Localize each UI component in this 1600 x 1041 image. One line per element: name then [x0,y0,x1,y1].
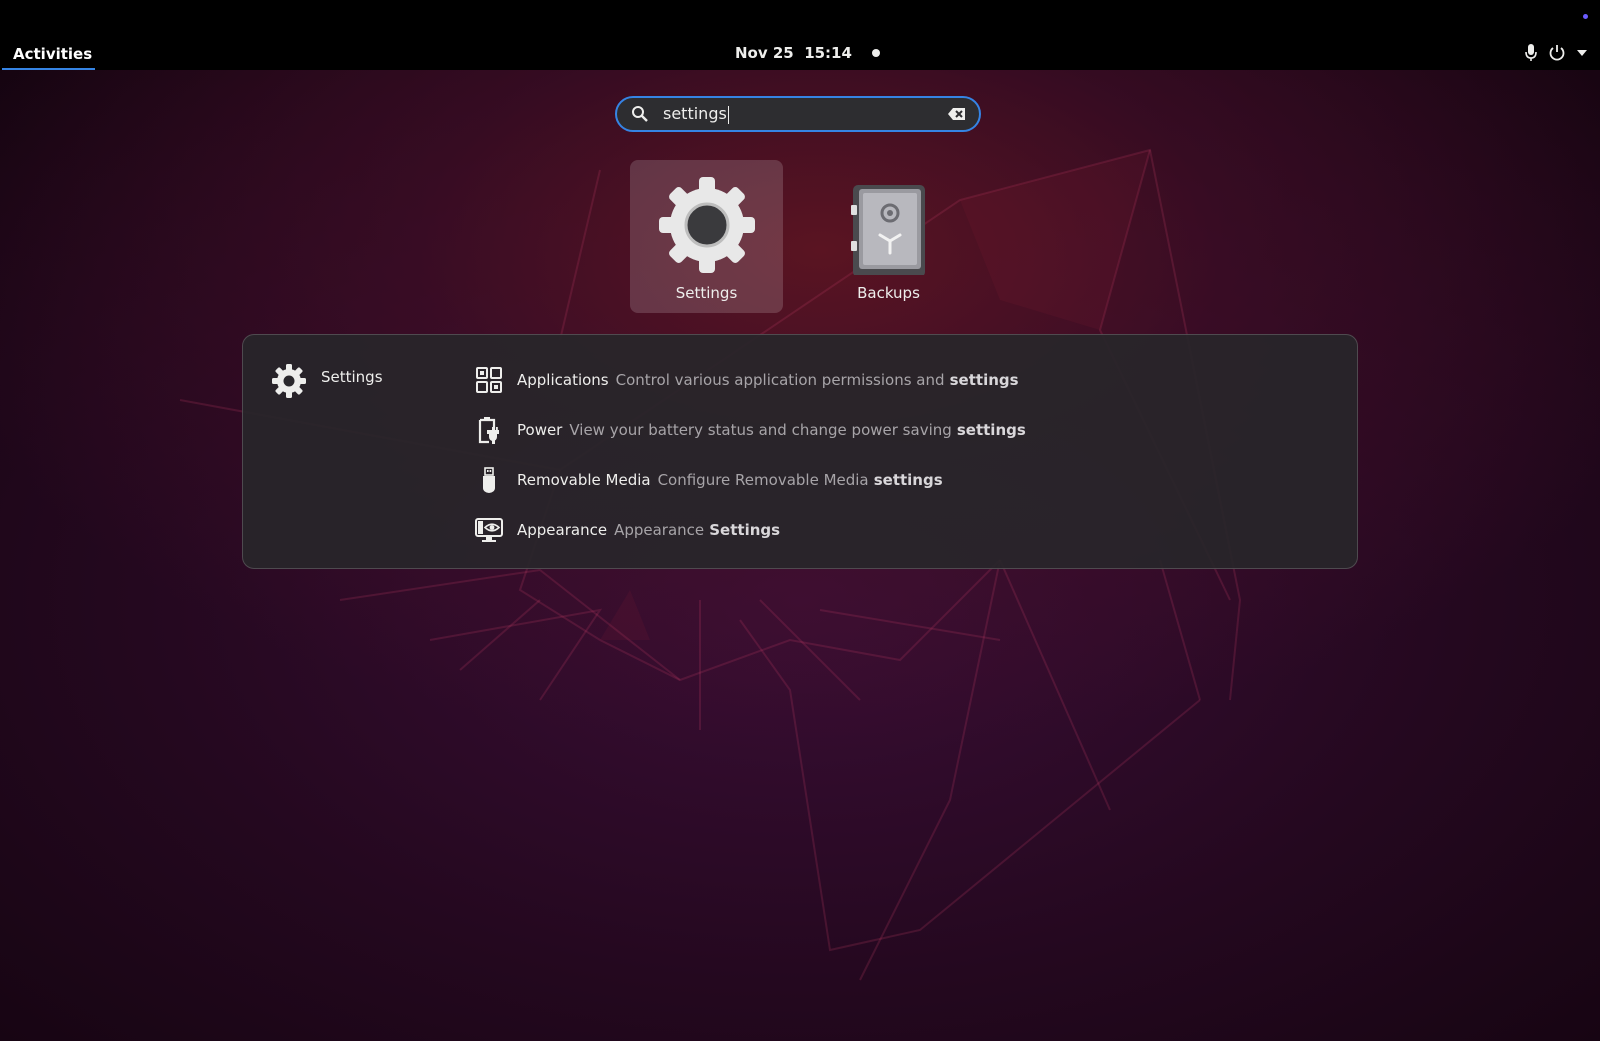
search-input[interactable]: settings [615,96,981,132]
clock-date: Nov 25 [735,44,794,62]
result-applications[interactable]: Applications Control various application… [475,360,1026,400]
microphone-icon[interactable] [1524,43,1538,63]
clock[interactable]: Nov 25 15:14 [735,44,880,62]
chevron-down-icon[interactable] [1576,49,1588,57]
result-title: Appearance [517,521,608,539]
result-title: Applications [517,371,609,389]
result-description: Appearance [614,521,705,539]
provider-settings[interactable]: Settings [271,363,383,399]
result-description: View your battery status and change powe… [569,421,952,439]
search-icon [632,106,648,122]
appearance-icon [475,518,503,542]
top-bar: Activities Nov 25 15:14 [0,0,1600,70]
result-description: Control various application permissions … [615,371,945,389]
clear-icon[interactable] [947,106,967,122]
app-label-backups: Backups [857,284,920,302]
result-power[interactable]: Power View your battery status and chang… [475,410,1026,450]
provider-label: Settings [321,368,383,386]
app-backups[interactable]: Backups [812,160,965,313]
app-label-settings: Settings [675,284,738,302]
settings-gear-icon [658,177,755,273]
result-match: settings [949,371,1019,389]
result-appearance[interactable]: Appearance Appearance Settings [475,510,1026,550]
power-battery-icon [478,417,499,444]
applications-icon [476,367,502,393]
result-match: settings [873,471,943,489]
result-title: Power [517,421,563,439]
activities-label: Activities [13,45,93,63]
app-settings[interactable]: Settings [630,160,783,313]
settings-results-panel: Settings Applications Control various ap… [242,334,1358,569]
text-cursor [727,105,729,124]
result-description: Configure Removable Media [657,471,869,489]
search-value: settings [663,104,727,124]
result-match: settings [956,421,1026,439]
result-title: Removable Media [517,471,651,489]
result-match: Settings [709,521,781,539]
activities-button[interactable]: Activities [0,40,105,70]
activities-underline [2,68,95,70]
usb-drive-icon [483,467,495,493]
clock-time: 15:14 [804,44,852,62]
system-tray [1524,43,1588,63]
result-removable-media[interactable]: Removable Media Configure Removable Medi… [475,460,1026,500]
notification-dot [1583,14,1588,19]
gear-icon [272,364,306,398]
notification-indicator-dot [871,49,880,57]
power-icon[interactable] [1548,44,1566,62]
backups-safe-icon [850,185,925,275]
results-list: Applications Control various application… [475,360,1026,560]
